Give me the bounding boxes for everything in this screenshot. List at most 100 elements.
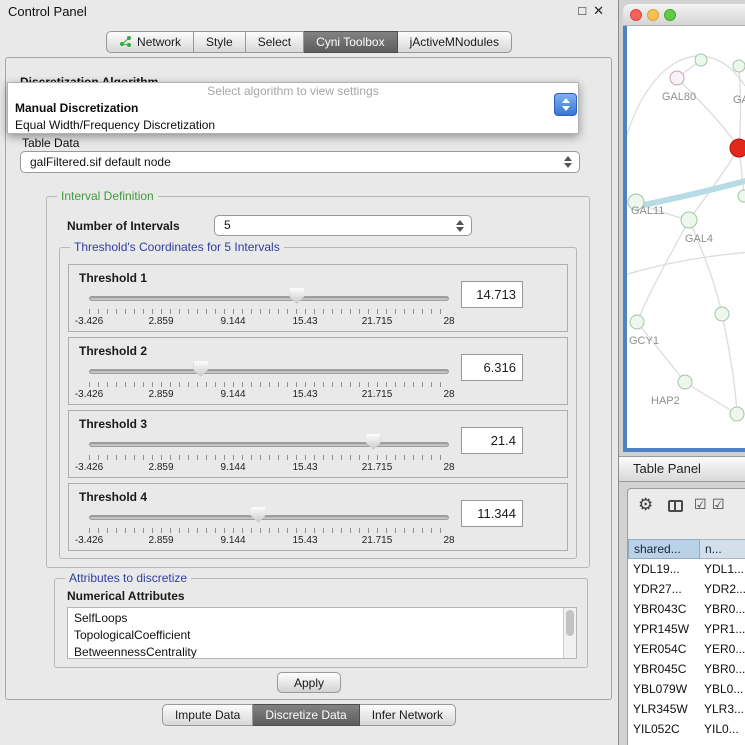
network-canvas[interactable]: GAL80 GA GAL11 GAL4 GCY1 HAP2: [627, 26, 745, 448]
slider-track[interactable]: [89, 515, 449, 520]
dropdown-option-equal-width-frequency[interactable]: Equal Width/Frequency Discretization: [8, 117, 578, 134]
tab-cyni-toolbox[interactable]: Cyni Toolbox: [304, 31, 397, 53]
tab-label: jActiveMNodules: [410, 35, 499, 49]
close-window-icon[interactable]: ✕: [593, 3, 604, 19]
scrollbar-thumb[interactable]: [566, 610, 574, 636]
columns-icon[interactable]: [668, 500, 683, 512]
cell[interactable]: YBR0...: [700, 599, 745, 619]
tab-style[interactable]: Style: [194, 31, 246, 53]
number-of-intervals-value: 5: [215, 216, 471, 235]
network-view-window[interactable]: GAL80 GA GAL11 GAL4 GCY1 HAP2: [623, 4, 745, 452]
slider-track[interactable]: [89, 296, 449, 301]
cell[interactable]: YBL0...: [700, 679, 745, 699]
cell[interactable]: YDR2...: [700, 579, 745, 599]
table-row[interactable]: YIL052CYIL0...: [628, 719, 745, 739]
list-item[interactable]: SelfLoops: [68, 610, 576, 627]
threshold-slider[interactable]: -3.426 2.859 9.144 15.43 21.715 28: [89, 506, 449, 550]
zoom-traffic-light[interactable]: [664, 9, 676, 21]
table-row[interactable]: YBR045CYBR0...: [628, 659, 745, 679]
cell[interactable]: YBL079W: [628, 679, 700, 699]
table-body[interactable]: YDL19...YDL1... YDR27...YDR2... YBR043CY…: [628, 559, 745, 745]
highlighted-edge[interactable]: [639, 180, 745, 206]
network-window-titlebar[interactable]: [623, 4, 745, 26]
network-node[interactable]: [681, 212, 697, 228]
cell[interactable]: YIL052C: [628, 719, 700, 739]
cell[interactable]: YIL0...: [700, 719, 745, 739]
table-row[interactable]: YER054CYER0...: [628, 639, 745, 659]
apply-button[interactable]: Apply: [277, 672, 341, 693]
cell[interactable]: YDL1...: [700, 559, 745, 579]
cell[interactable]: YBR045C: [628, 659, 700, 679]
cell[interactable]: YBR0...: [700, 659, 745, 679]
thresholds-group-title: Threshold's Coordinates for 5 Intervals: [70, 240, 284, 254]
selected-node-red[interactable]: [730, 139, 745, 157]
node-label: GA: [733, 94, 745, 106]
tab-infer-network[interactable]: Infer Network: [360, 704, 456, 726]
slider-ticks: [89, 309, 449, 314]
threshold-value-field[interactable]: 6.316: [461, 354, 523, 381]
threshold-value-field[interactable]: 14.713: [461, 281, 523, 308]
cell[interactable]: YLR345W: [628, 699, 700, 719]
table-row[interactable]: YPR145WYPR1...: [628, 619, 745, 639]
tab-select[interactable]: Select: [246, 31, 304, 53]
float-window-icon[interactable]: □: [578, 3, 586, 19]
algorithm-dropdown-popup: Select algorithm to view settings Manual…: [7, 82, 579, 134]
table-data-combobox[interactable]: galFiltered.sif default node: [20, 151, 580, 173]
threshold-label: Threshold 2: [79, 344, 147, 358]
control-panel: Control Panel □ ✕ Network Style Select C…: [0, 0, 618, 745]
network-node[interactable]: [695, 54, 707, 66]
slider-scale: -3.426 2.859 9.144 15.43 21.715 28: [89, 389, 449, 401]
scale-label: 21.715: [362, 535, 393, 546]
network-node[interactable]: [678, 375, 692, 389]
slider-track[interactable]: [89, 369, 449, 374]
threshold-value-field[interactable]: 21.4: [461, 427, 523, 454]
select-column-checkbox-icon[interactable]: ☑: [712, 496, 725, 513]
scale-label: 15.43: [292, 462, 317, 473]
cell[interactable]: YER0...: [700, 639, 745, 659]
close-traffic-light[interactable]: [630, 9, 642, 21]
gear-icon[interactable]: ⚙: [638, 495, 653, 515]
cell[interactable]: YER054C: [628, 639, 700, 659]
slider-thumb[interactable]: [289, 288, 304, 304]
tab-impute-data[interactable]: Impute Data: [162, 704, 253, 726]
network-node[interactable]: [738, 190, 745, 202]
dropdown-option-manual-discretization[interactable]: Manual Discretization: [8, 100, 578, 117]
table-row[interactable]: YBR043CYBR0...: [628, 599, 745, 619]
list-item[interactable]: TopologicalCoefficient: [68, 627, 576, 644]
network-node[interactable]: [715, 307, 729, 321]
threshold-slider[interactable]: -3.426 2.859 9.144 15.43 21.715 28: [89, 433, 449, 477]
threshold-slider[interactable]: -3.426 2.859 9.144 15.43 21.715 28: [89, 287, 449, 331]
cell[interactable]: YBR043C: [628, 599, 700, 619]
network-node[interactable]: [733, 60, 745, 72]
slider-thumb[interactable]: [366, 434, 381, 450]
cell[interactable]: YDR27...: [628, 579, 700, 599]
cell[interactable]: YPR1...: [700, 619, 745, 639]
threshold-slider[interactable]: -3.426 2.859 9.144 15.43 21.715 28: [89, 360, 449, 404]
cell[interactable]: YLR3...: [700, 699, 745, 719]
column-header-name[interactable]: n...: [700, 539, 745, 559]
tab-jactivemnodules[interactable]: jActiveMNodules: [398, 31, 512, 53]
threshold-value-field[interactable]: 11.344: [461, 500, 523, 527]
table-row[interactable]: YDR27...YDR2...: [628, 579, 745, 599]
numerical-attributes-list[interactable]: SelfLoops TopologicalCoefficient Between…: [67, 607, 577, 659]
minimize-traffic-light[interactable]: [647, 9, 659, 21]
tab-network[interactable]: Network: [106, 31, 194, 53]
slider-thumb[interactable]: [193, 361, 208, 377]
tab-discretize-data[interactable]: Discretize Data: [253, 704, 359, 726]
select-all-checkbox-icon[interactable]: ☑: [694, 496, 707, 513]
list-scrollbar[interactable]: [563, 608, 576, 658]
slider-thumb[interactable]: [251, 507, 266, 523]
network-node[interactable]: [670, 71, 684, 85]
table-row[interactable]: YDL19...YDL1...: [628, 559, 745, 579]
algorithm-combobox-stepper[interactable]: [554, 93, 577, 116]
table-row[interactable]: YLR345WYLR3...: [628, 699, 745, 719]
network-node[interactable]: [630, 315, 644, 329]
table-row[interactable]: YBL079WYBL0...: [628, 679, 745, 699]
cell[interactable]: YDL19...: [628, 559, 700, 579]
column-header-shared-name[interactable]: shared...: [628, 539, 700, 559]
list-item[interactable]: BetweennessCentrality: [68, 644, 576, 659]
cell[interactable]: YPR145W: [628, 619, 700, 639]
number-of-intervals-combobox[interactable]: 5: [214, 215, 472, 236]
slider-track[interactable]: [89, 442, 449, 447]
network-node[interactable]: [730, 407, 744, 421]
